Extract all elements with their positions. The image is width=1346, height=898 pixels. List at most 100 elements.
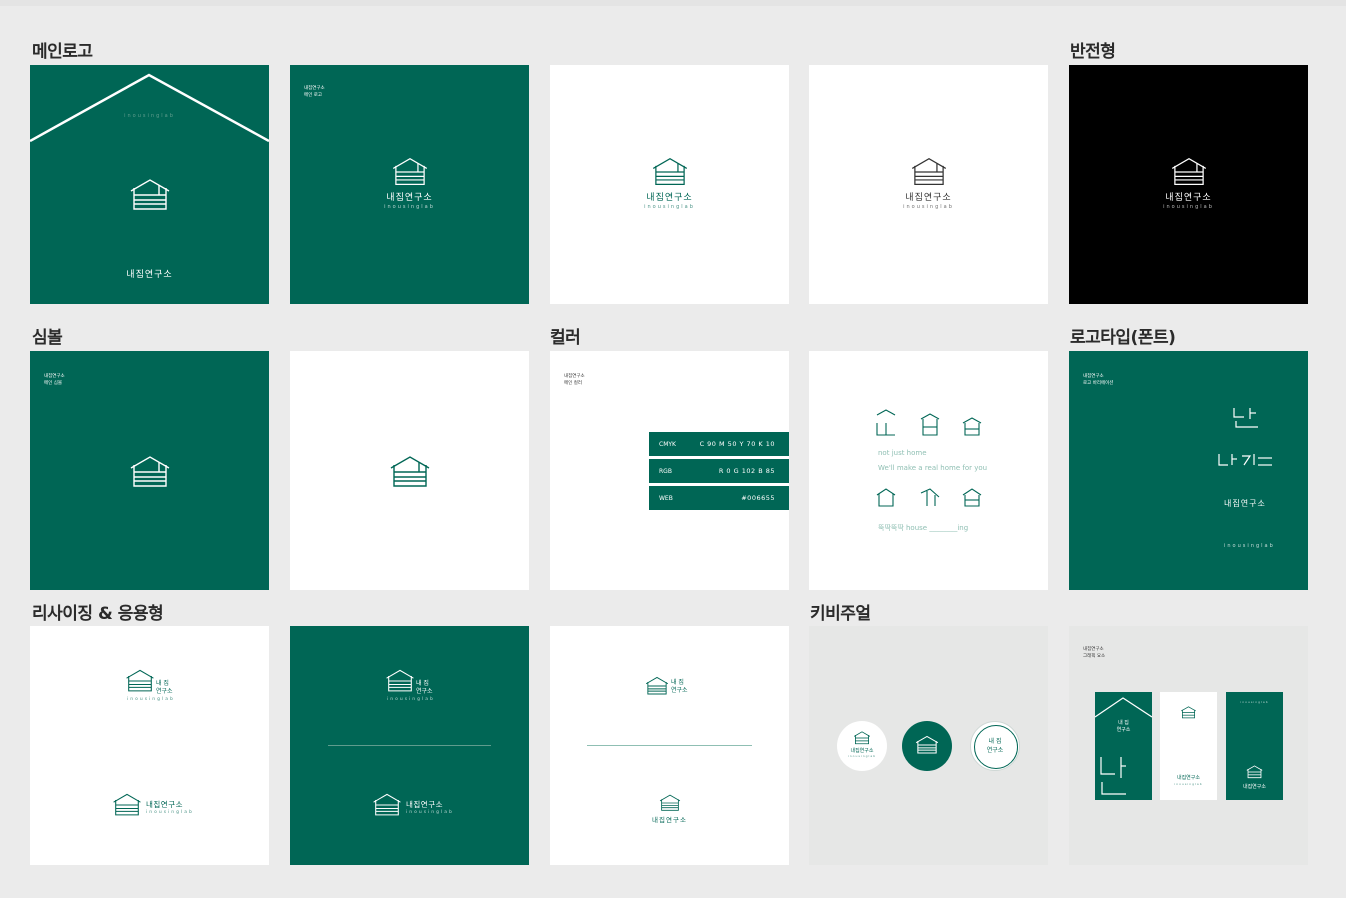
card-keyvisual-banners[interactable]: 내집연구소 그래픽 요소 내 집 연구소 내집연구소 inousinglab i… [1069, 626, 1308, 865]
brand-en: inousinglab [644, 204, 695, 210]
brand-en: inousinglab [1163, 204, 1214, 210]
brand-ko: 내집연구소 [406, 800, 443, 809]
card-symbol-white[interactable] [290, 351, 529, 590]
circle-badge-white: 내집연구소 inousinglab [837, 721, 887, 771]
brand-stacked: 내 집 연구소 [156, 680, 173, 696]
brand-stacked-line1: 내 집 [1118, 720, 1129, 726]
brand-stacked: 내 집 연구소 [1095, 720, 1152, 734]
brand-en: inousinglab [1224, 543, 1275, 549]
brand-ko: 내집연구소 [146, 800, 183, 809]
circle-badge-green [902, 721, 952, 771]
card-resize-white-2[interactable]: 내 집 연구소 내집연구소 [550, 626, 789, 865]
house-logo-icon [126, 669, 154, 692]
brand-stacked: 내 집 연구소 [671, 679, 688, 695]
caption: 내집연구소 메인 컬러 [564, 374, 585, 386]
slogan-line3: 뚝딱뚝딱 house ________ing [878, 524, 969, 532]
brand-stacked-line1: 내 집 [416, 680, 429, 687]
logotype-stacked-mark [1100, 757, 1126, 795]
card-main-logo-green[interactable]: 내집연구소 메인 로고 내집연구소 inousinglab [290, 65, 529, 304]
house-logo-icon [130, 456, 170, 487]
card-resize-green[interactable]: 내 집 연구소 inousinglab 내집연구소 inousinglab [290, 626, 529, 865]
slogan-line1: not just home [878, 449, 927, 457]
color-key: CMYK [659, 440, 676, 448]
section-title-keyvisual: 키비주얼 [810, 604, 871, 624]
brand-stacked-line1: 내 집 [156, 680, 169, 687]
color-spec-rgb: RGB R 0 G 102 B 85 [649, 459, 789, 483]
color-value: R 0 G 102 B 85 [718, 467, 775, 475]
brand-stacked: 내 집 연구소 [416, 680, 433, 696]
brand-stacked-line2: 연구소 [416, 688, 433, 695]
house-variant-icons-row2 [876, 488, 982, 507]
house-logo-icon [1171, 158, 1207, 185]
logotype-horizontal-mark [1218, 454, 1272, 466]
brand-stacked-line2: 연구소 [986, 747, 1004, 754]
color-spec-web: WEB #006655 [649, 486, 789, 510]
card-main-logo-white-black[interactable]: 내집연구소 inousinglab [809, 65, 1048, 304]
house-logo-icon [386, 669, 414, 692]
brand-stacked-line1: 내 집 [988, 738, 1002, 745]
section-title-inverted: 반전형 [1070, 42, 1116, 62]
color-key: RGB [659, 467, 672, 475]
caption: 내집연구소 메인 로고 [304, 86, 325, 98]
banner-green-right: inousinglab 내집연구소 [1226, 692, 1283, 800]
house-variant-icons-row1 [876, 409, 982, 436]
top-bar [0, 0, 1346, 6]
house-logo-icon [390, 456, 430, 487]
house-logo-icon [645, 676, 669, 695]
brand-stacked-line2: 연구소 [1116, 727, 1131, 733]
brand-stacked: 내 집 연구소 [971, 737, 1019, 755]
banner-green-left: 내 집 연구소 [1095, 692, 1152, 800]
section-title-symbol: 심볼 [32, 328, 63, 348]
brand-en: inousinglab [1174, 782, 1203, 786]
brand-en: inousinglab [1240, 700, 1269, 704]
banner-white-middle: 내집연구소 inousinglab [1160, 692, 1217, 800]
circle-badge-outline: 내 집 연구소 [970, 721, 1020, 771]
brand-ko: 내집연구소 [1224, 499, 1266, 508]
section-title-logotype: 로고타입(폰트) [1070, 328, 1176, 348]
house-logo-icon [1181, 706, 1196, 719]
brand-ko: 내집연구소 [1165, 193, 1212, 203]
house-logo-icon [1246, 765, 1263, 779]
color-value: #006655 [741, 494, 775, 502]
brand-en: inousinglab [387, 697, 435, 702]
caption: 내집연구소 로고 바리에이션 [1083, 374, 1114, 386]
house-logo-icon [853, 731, 871, 745]
caption: 내집연구소 그래픽 요소 [1083, 647, 1106, 659]
slogan-line2: We'll make a real home for you [878, 464, 988, 472]
card-keyvisual-circles[interactable]: 내집연구소 inousinglab 내 집 연구소 [809, 626, 1048, 865]
card-symbol-green[interactable]: 내집연구소 메인 심볼 [30, 351, 269, 590]
brand-en: inousinglab [127, 697, 175, 702]
brand-en: inousinglab [406, 810, 454, 815]
brand-ko: 내집연구소 [1242, 784, 1266, 790]
card-color[interactable]: 내집연구소 메인 컬러 CMYK C 90 M 50 Y 70 K 10 RGB… [550, 351, 789, 590]
brand-ko: 내집연구소 [850, 748, 874, 754]
section-title-main-logo: 메인로고 [32, 42, 93, 62]
card-logotype[interactable]: 내집연구소 로고 바리에이션 내집연구소 inousinglab [1069, 351, 1308, 590]
brand-en: inousinglab [146, 810, 194, 815]
color-spec-cmyk: CMYK C 90 M 50 Y 70 K 10 [649, 432, 789, 456]
house-logo-icon [911, 158, 947, 185]
caption: 내집연구소 메인 심볼 [44, 374, 65, 386]
brand-stacked-line2: 연구소 [671, 687, 688, 694]
color-value: C 90 M 50 Y 70 K 10 [699, 440, 775, 448]
brand-ko: 내집연구소 [646, 193, 693, 203]
house-logo-icon [373, 793, 401, 816]
card-slogan-graphics[interactable]: not just home We'll make a real home for… [809, 351, 1048, 590]
brand-en: inousinglab [847, 754, 877, 758]
house-logo-icon [652, 158, 688, 185]
divider [587, 745, 752, 746]
house-logo-icon [113, 793, 141, 816]
brand-ko: 내집연구소 [126, 270, 173, 280]
card-resize-white[interactable]: 내 집 연구소 inousinglab 내집연구소 inousinglab [30, 626, 269, 865]
house-logo-icon [130, 179, 170, 210]
card-main-logo-roof[interactable]: inousinglab 내집연구소 [30, 65, 269, 304]
brand-en: inousinglab [903, 204, 954, 210]
card-inverted-black[interactable]: 내집연구소 inousinglab [1069, 65, 1308, 304]
brand-en: inousinglab [124, 113, 175, 119]
house-logo-icon [392, 158, 428, 185]
house-logo-icon [659, 794, 681, 811]
brand-ko: 내집연구소 [1176, 775, 1200, 781]
section-title-resize: 리사이징 & 응용형 [32, 604, 164, 624]
card-main-logo-white-green[interactable]: 내집연구소 inousinglab [550, 65, 789, 304]
color-key: WEB [659, 494, 673, 502]
